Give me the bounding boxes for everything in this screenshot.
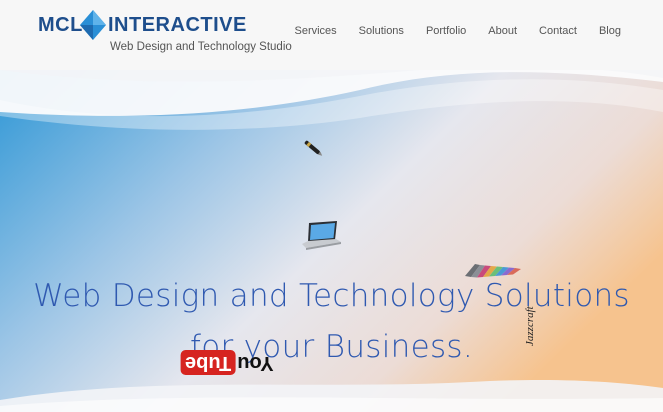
laptop-icon (302, 221, 341, 250)
nav-portfolio[interactable]: Portfolio (426, 25, 466, 37)
main-nav: Services Solutions Portfolio About Conta… (272, 25, 621, 37)
nav-about[interactable]: About (488, 25, 517, 37)
hero-section: You Tube Jazzcraft Web Design and Techno… (0, 60, 663, 412)
youtube-logo: You Tube (181, 350, 274, 375)
jazzcraft-text: Jazzcraft (524, 306, 536, 346)
nav-contact[interactable]: Contact (539, 25, 577, 37)
logo-tagline: Web Design and Technology Studio (110, 41, 292, 53)
nav-blog[interactable]: Blog (599, 25, 621, 37)
hero-title-line1: Web Design and Technology Solutions (33, 278, 630, 314)
color-swatch-icon (465, 264, 521, 278)
pen-icon (304, 140, 323, 156)
site-header: MCL INTERACTIVE Web Design and Technolog… (0, 0, 663, 70)
logo-interactive-text: INTERACTIVE (108, 14, 247, 36)
youtube-you-text: You (237, 352, 274, 374)
hero-title-line2: for your Business. (189, 329, 474, 365)
nav-solutions[interactable]: Solutions (359, 25, 404, 37)
logo[interactable]: MCL INTERACTIVE Web Design and Technolog… (38, 10, 292, 60)
logo-mcl-text: MCL (38, 14, 83, 36)
jazzcraft-logo: Jazzcraft (518, 306, 537, 346)
youtube-tube-text: Tube (181, 350, 236, 375)
nav-services[interactable]: Services (294, 25, 336, 37)
logo-diamond-icon (80, 10, 106, 40)
